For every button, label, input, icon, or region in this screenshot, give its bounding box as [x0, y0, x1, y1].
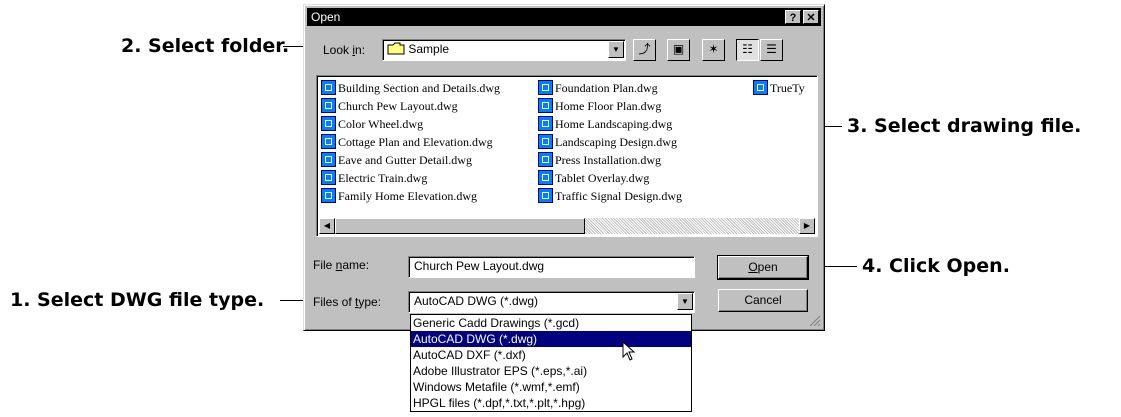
open-dialog: Open ? ✕ Look in: Sample ▼ ⤴ ▣ ✶ ☷ ☰ Bui… [303, 4, 825, 331]
dwg-file-icon [321, 116, 336, 131]
dropdown-option[interactable]: HPGL files (*.dpf,*.txt,*.plt,*.hpg) [411, 395, 691, 411]
dropdown-option[interactable]: Generic Cadd Drawings (*.gcd) [411, 315, 691, 331]
dialog-titlebar: Open ? ✕ [307, 8, 821, 26]
dwg-file-icon [321, 170, 336, 185]
list-item[interactable]: Home Floor Plan.dwg [538, 97, 661, 115]
dwg-file-icon [538, 134, 553, 149]
look-in-value: Sample [408, 42, 450, 56]
files-of-type-value: AutoCAD DWG (*.dwg) [414, 294, 539, 308]
new-folder-button[interactable]: ✶ [702, 39, 725, 61]
callout-click-open: 4. Click Open. [862, 255, 1010, 277]
scroll-thumb[interactable] [335, 218, 585, 234]
list-item[interactable]: Church Pew Layout.dwg [321, 97, 458, 115]
dwg-file-icon [321, 134, 336, 149]
dwg-file-icon [538, 80, 553, 95]
dwg-file-icon [321, 188, 336, 203]
list-view-icon: ☷ [742, 42, 753, 56]
open-button[interactable]: Open [717, 255, 809, 280]
scroll-left-button[interactable]: ◀ [319, 218, 335, 234]
dropdown-option[interactable]: AutoCAD DXF (*.dxf) [411, 347, 691, 363]
list-view-button[interactable]: ☷ [736, 39, 759, 61]
dropdown-option-selected[interactable]: AutoCAD DWG (*.dwg) [411, 331, 691, 347]
list-item[interactable]: Family Home Elevation.dwg [321, 187, 477, 205]
dropdown-option[interactable]: Adobe Illustrator EPS (*.eps,*.ai) [411, 363, 691, 379]
list-item[interactable]: Eave and Gutter Detail.dwg [321, 151, 472, 169]
list-item[interactable]: Traffic Signal Design.dwg [538, 187, 682, 205]
callout-line-type [280, 300, 304, 301]
list-item[interactable]: Press Installation.dwg [538, 151, 661, 169]
mouse-pointer-icon [622, 341, 636, 361]
details-view-icon: ☰ [766, 42, 777, 56]
help-button[interactable]: ? [785, 10, 801, 24]
look-in-dropdown-button[interactable]: ▼ [608, 41, 624, 58]
dwg-file-icon [321, 80, 336, 95]
details-view-button[interactable]: ☰ [760, 39, 783, 61]
list-item[interactable]: Foundation Plan.dwg [538, 79, 658, 97]
dwg-file-icon [538, 152, 553, 167]
dwg-file-icon [321, 152, 336, 167]
resize-grip-icon [809, 315, 821, 327]
files-of-type-dropdown-button[interactable]: ▼ [677, 293, 693, 310]
dropdown-option[interactable]: Windows Metafile (*.wmf,*.emf) [411, 379, 691, 395]
callout-select-folder: 2. Select folder. [121, 35, 290, 57]
files-of-type-dropdown-list[interactable]: Generic Cadd Drawings (*.gcd) AutoCAD DW… [410, 314, 692, 412]
list-item[interactable]: Tablet Overlay.dwg [538, 169, 649, 187]
folder-icon [387, 42, 405, 55]
desktop-icon: ▣ [672, 42, 685, 56]
dwg-file-icon [321, 98, 336, 113]
callout-select-drawing-file: 3. Select drawing file. [847, 115, 1082, 137]
callout-select-file-type: 1. Select DWG file type. [10, 289, 265, 311]
files-of-type-combo[interactable]: AutoCAD DWG (*.dwg) ▼ [408, 291, 695, 313]
list-item[interactable]: Cottage Plan and Elevation.dwg [321, 133, 493, 151]
look-in-combo[interactable]: Sample ▼ [382, 39, 626, 61]
dwg-file-icon [538, 188, 553, 203]
dwg-file-icon [538, 116, 553, 131]
desktop-button[interactable]: ▣ [667, 39, 690, 61]
files-of-type-label: Files of type: [313, 295, 382, 309]
horizontal-scrollbar[interactable]: ◀ ▶ [319, 218, 815, 234]
file-name-label: File name: [313, 258, 370, 272]
list-item[interactable]: Landscaping Design.dwg [538, 133, 677, 151]
file-list[interactable]: Building Section and Details.dwg Church … [316, 75, 818, 237]
dwg-file-icon [538, 98, 553, 113]
list-item[interactable]: Electric Train.dwg [321, 169, 427, 187]
dwg-file-icon [538, 170, 553, 185]
scroll-right-button[interactable]: ▶ [799, 218, 815, 234]
list-item[interactable]: TrueTy [753, 79, 815, 97]
dialog-title: Open [311, 10, 341, 24]
look-in-label: Look in: [323, 43, 366, 57]
dwg-file-icon [753, 80, 768, 95]
up-folder-button[interactable]: ⤴ [633, 39, 656, 61]
close-button[interactable]: ✕ [803, 10, 819, 24]
list-item[interactable]: Building Section and Details.dwg [321, 79, 500, 97]
new-folder-icon: ✶ [708, 42, 719, 56]
list-item[interactable]: Home Landscaping.dwg [538, 115, 672, 133]
file-name-input[interactable]: Church Pew Layout.dwg [408, 256, 695, 278]
up-folder-icon: ⤴ [638, 42, 651, 56]
list-item[interactable]: Color Wheel.dwg [321, 115, 423, 133]
cancel-button[interactable]: Cancel [718, 289, 808, 312]
